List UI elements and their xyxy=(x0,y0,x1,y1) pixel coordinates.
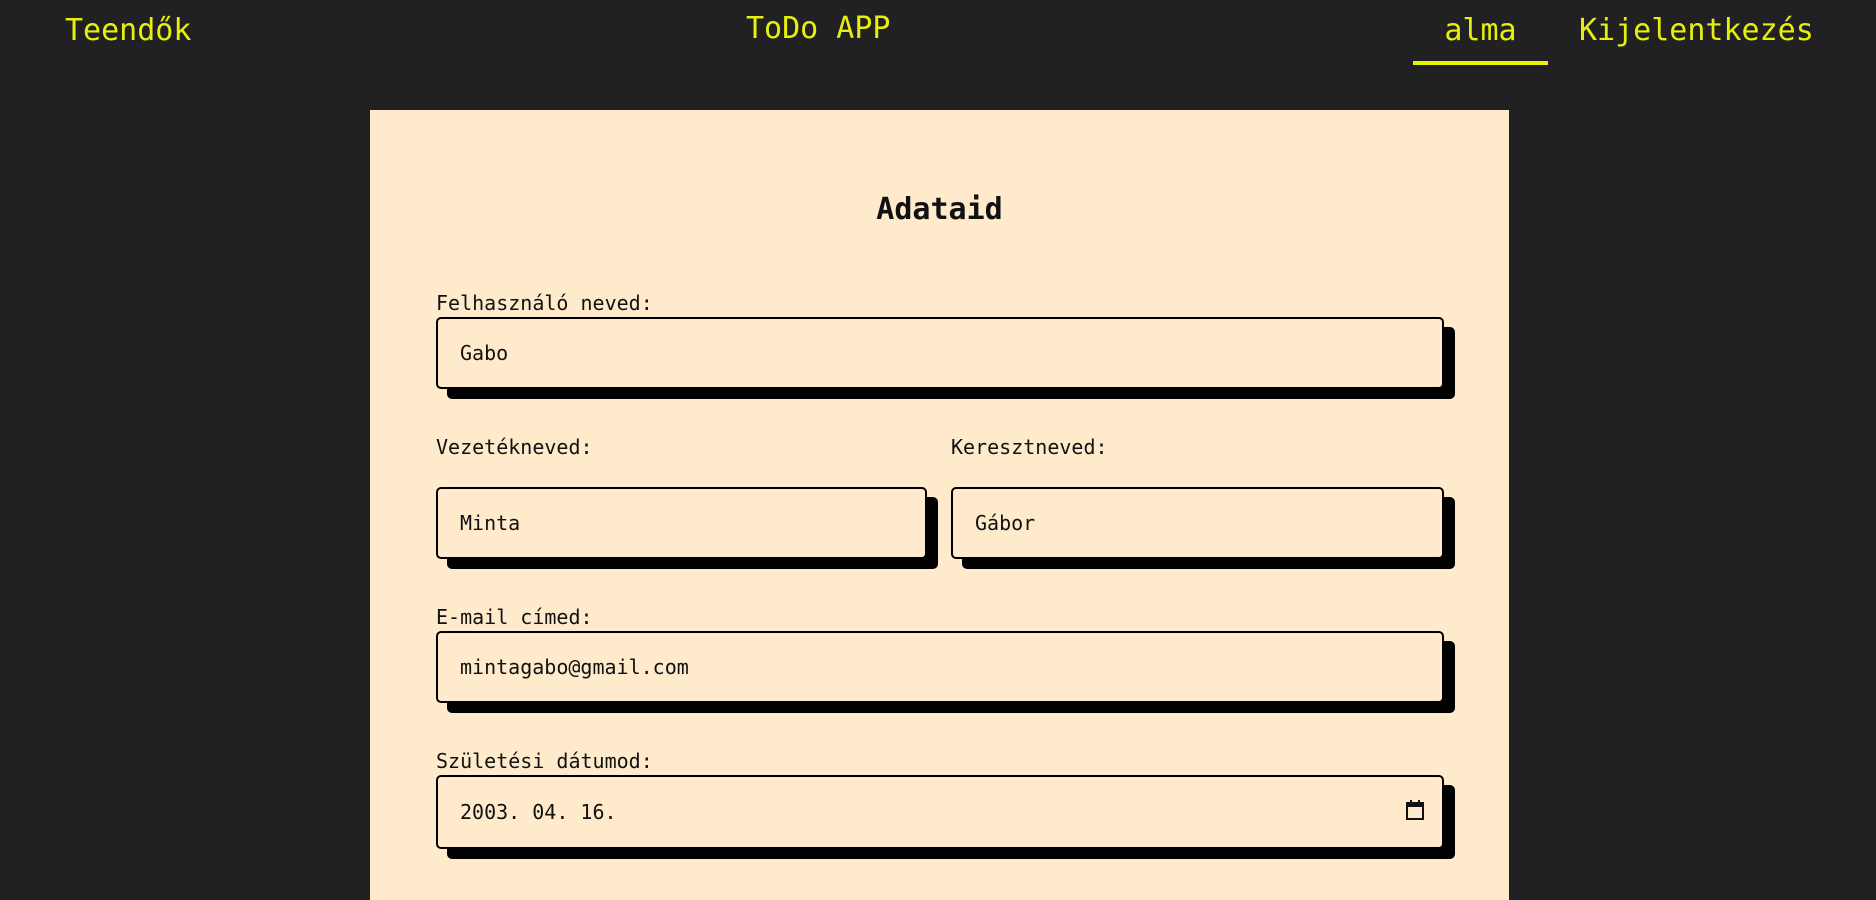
first-name-input[interactable]: Gábor xyxy=(951,487,1444,559)
email-label: E-mail címed: xyxy=(436,605,593,629)
email-field-wrap: mintagabo@gmail.com xyxy=(436,631,1455,713)
username-input[interactable]: Gabo xyxy=(436,317,1444,389)
first-name-label: Keresztneved: xyxy=(951,435,1108,459)
username-label: Felhasználó neved: xyxy=(436,291,653,315)
profile-title: Adataid xyxy=(876,192,1003,227)
app-title: ToDo APP xyxy=(746,11,891,46)
calendar-icon[interactable] xyxy=(1406,800,1424,820)
last-name-label: Vezetékneved: xyxy=(436,435,593,459)
logout-link[interactable]: Kijelentkezés xyxy=(1579,8,1814,54)
email-input[interactable]: mintagabo@gmail.com xyxy=(436,631,1444,703)
birth-date-field-wrap: 2003. 04. 16. xyxy=(436,775,1455,859)
birth-date-label: Születési dátumod: xyxy=(436,749,653,773)
last-name-field-wrap: Minta xyxy=(436,487,938,569)
birth-date-input[interactable]: 2003. 04. 16. xyxy=(436,775,1444,849)
nav-todos-link[interactable]: Teendők xyxy=(65,8,191,54)
profile-card: Adataid Felhasználó neved: Gabo Vezetékn… xyxy=(370,110,1509,900)
first-name-field-wrap: Gábor xyxy=(951,487,1455,569)
top-navbar: Teendők ToDo APP alma Kijelentkezés xyxy=(0,0,1876,70)
nav-user-link[interactable]: alma xyxy=(1413,8,1548,54)
last-name-input[interactable]: Minta xyxy=(436,487,927,559)
username-field-wrap: Gabo xyxy=(436,317,1455,399)
active-nav-indicator xyxy=(1413,61,1548,65)
